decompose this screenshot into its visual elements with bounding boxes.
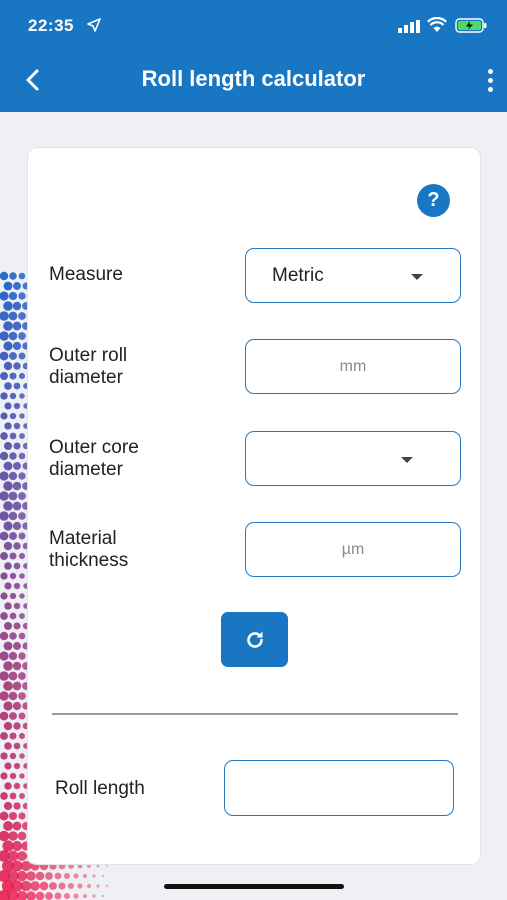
page-title: Roll length calculator <box>141 66 366 91</box>
refresh-button[interactable] <box>221 612 288 667</box>
caret-down-icon <box>401 457 413 463</box>
location-arrow-icon <box>87 18 101 32</box>
outer-core-diameter-label: Outer core diameter <box>49 437 139 480</box>
divider <box>52 713 458 715</box>
status-bar: 22:35 <box>0 0 507 50</box>
more-options-button[interactable] <box>478 62 502 98</box>
outer-core-diameter-select[interactable] <box>245 431 461 486</box>
help-icon: ? <box>427 189 440 211</box>
material-thickness-field[interactable] <box>245 522 461 577</box>
roll-length-label: Roll length <box>55 778 145 799</box>
signal-icon <box>398 20 420 33</box>
roll-length-result-field <box>224 760 454 816</box>
measure-label: Measure <box>49 264 123 285</box>
outer-roll-diameter-input[interactable] <box>246 357 460 376</box>
wifi-icon <box>427 17 447 32</box>
material-thickness-input[interactable] <box>246 540 460 559</box>
app-header: 22:35 Roll length calculator <box>0 0 507 112</box>
outer-roll-diameter-label: Outer roll diameter <box>49 345 128 388</box>
more-vertical-icon <box>487 68 493 74</box>
caret-down-icon <box>411 274 423 280</box>
measure-select[interactable]: Metric <box>245 248 461 303</box>
measure-value: Metric <box>272 264 324 286</box>
help-button[interactable]: ? <box>417 184 450 217</box>
calculator-card: ? Measure Metric Outer roll diameter Out… <box>27 147 481 865</box>
home-indicator <box>164 884 344 889</box>
refresh-icon <box>246 631 263 648</box>
outer-roll-diameter-field[interactable] <box>245 339 461 394</box>
status-time: 22:35 <box>28 16 74 35</box>
battery-charging-icon <box>455 18 487 33</box>
material-thickness-label: Material thickness <box>49 528 129 571</box>
